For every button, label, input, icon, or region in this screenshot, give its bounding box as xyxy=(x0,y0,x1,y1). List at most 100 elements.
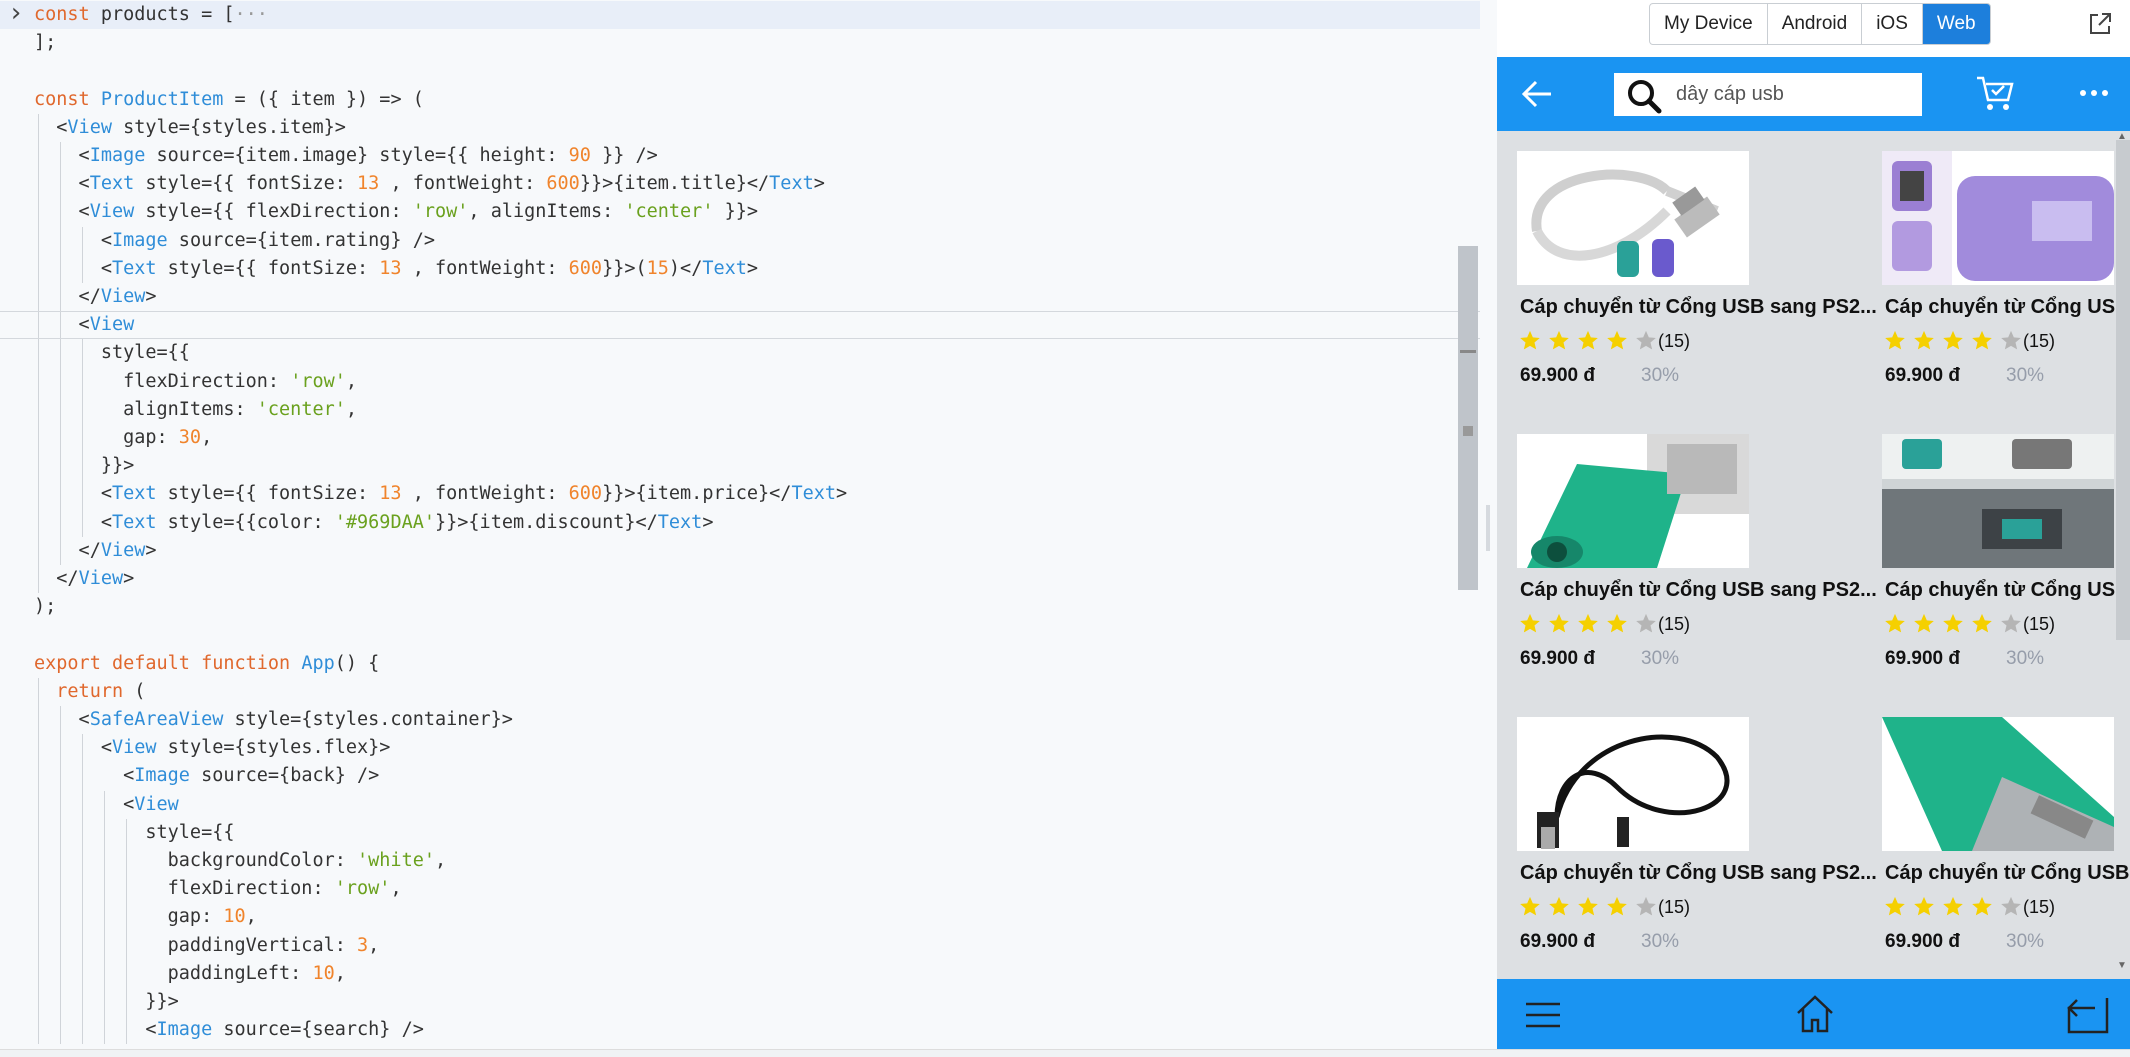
star-icon xyxy=(1943,896,1963,916)
code-token: > xyxy=(813,173,825,195)
code-token: Text xyxy=(111,511,157,533)
code-token: > xyxy=(702,511,714,533)
code-text: const products = [··· xyxy=(34,1,268,29)
rating-count: (15) xyxy=(1658,613,1691,634)
product-title: Cáp chuyển từ Cổng USB sang PS2... xyxy=(1885,862,2130,884)
star-icon xyxy=(1520,896,1540,916)
code-token: < xyxy=(34,201,90,223)
star-icon xyxy=(1578,613,1598,633)
code-text: <View style={styles.item}> xyxy=(34,114,346,142)
code-token: < xyxy=(34,229,112,251)
product-price: 69.900 đ xyxy=(1520,648,1595,669)
app-header: dây cáp usb xyxy=(1497,57,2130,131)
connector-photo-icon xyxy=(1882,434,2114,568)
search-input[interactable]: dây cáp usb xyxy=(1676,73,1784,116)
code-token: Text xyxy=(702,257,747,279)
tab-my-device[interactable]: My Device xyxy=(1650,4,1768,44)
product-grid: Cáp chuyển từ Cổng USB sang PS2... (15) 69… xyxy=(1497,131,2130,979)
rating-count: (15) xyxy=(2023,613,2056,634)
code-token: View xyxy=(134,793,179,815)
product-card[interactable]: Cáp chuyển từ Cổng USB sang PS2... (15) 69… xyxy=(1497,697,1877,967)
tab-web[interactable]: Web xyxy=(1922,4,1990,44)
open-external-icon[interactable] xyxy=(2087,11,2113,37)
code-token: 10 xyxy=(312,962,335,984)
code-token: default xyxy=(111,652,190,674)
product-card[interactable]: Cáp chuyển từ Cổng USB sang PS2... (15) 69… xyxy=(1497,414,1877,684)
code-token: < xyxy=(34,483,112,505)
code-token: > xyxy=(145,539,157,561)
code-token: source={item.image} style={{ height: xyxy=(145,145,569,166)
code-token: 600 xyxy=(568,257,603,279)
preview-panel: My Device Android iOS Web dây cáp usb Cá… xyxy=(1497,0,2130,1049)
code-token: }}>{item.title}</ xyxy=(579,173,770,195)
code-token: 13 xyxy=(379,257,402,279)
code-token: }}> xyxy=(34,991,179,1012)
menu-icon[interactable] xyxy=(1525,1001,1561,1029)
code-token: style={styles.container}> xyxy=(223,709,513,730)
code-text: return ( xyxy=(34,678,145,706)
product-card[interactable]: Cáp chuyển từ Cổng USB sang PS2... (15) 69… xyxy=(1862,131,2130,401)
star-icon xyxy=(2001,613,2021,633)
code-token: , xyxy=(345,370,358,392)
code-token: > xyxy=(145,286,157,307)
code-token: style={styles.item}> xyxy=(111,116,346,138)
editor-scrollbar[interactable] xyxy=(1458,246,1478,590)
product-discount: 30% xyxy=(2006,365,2045,386)
star-rating: (15) xyxy=(1519,329,1690,353)
code-token: Text xyxy=(791,483,836,505)
preview-scrollbar[interactable] xyxy=(2116,140,2130,640)
product-card[interactable]: Cáp chuyển từ Cổng USB sang PS2... (15) 69… xyxy=(1862,697,2130,967)
code-text: gap: 10, xyxy=(34,903,257,931)
fold-chevron-icon[interactable]: › xyxy=(8,0,24,27)
code-token: < xyxy=(34,257,112,279)
code-token: > xyxy=(123,568,135,589)
code-token: gap: xyxy=(34,427,179,448)
code-token: ··· xyxy=(234,4,268,25)
scroll-up-arrow-icon[interactable]: ▲ xyxy=(2117,131,2127,142)
code-token: < xyxy=(34,793,135,815)
return-icon[interactable] xyxy=(2067,994,2109,1034)
cart-icon[interactable] xyxy=(1975,75,2015,113)
code-token: }}> xyxy=(713,201,759,223)
star-icon xyxy=(1520,613,1540,633)
code-token: < xyxy=(34,116,68,138)
code-token: () { xyxy=(334,652,380,674)
tab-ios[interactable]: iOS xyxy=(1862,4,1923,44)
more-options-icon[interactable] xyxy=(2079,85,2109,101)
code-text: paddingLeft: 10, xyxy=(34,960,346,988)
code-line[interactable]: <View xyxy=(0,311,1480,340)
product-card[interactable]: Cáp chuyển từ Cổng USB sang PS2... (15) 69… xyxy=(1497,131,1877,401)
code-token: > xyxy=(746,257,759,279)
code-token: 'center' xyxy=(256,398,346,420)
code-editor[interactable]: › const products = [···]; const ProductIte… xyxy=(0,0,1497,1049)
star-icon xyxy=(1607,896,1627,916)
code-token: 15 xyxy=(646,257,669,279)
star-icon xyxy=(1943,613,1963,633)
split-resize-handle[interactable] xyxy=(1486,505,1490,551)
code-token: paddingVertical: xyxy=(34,934,358,956)
home-icon[interactable] xyxy=(1795,994,1835,1034)
arrow-left-icon[interactable] xyxy=(1521,79,1553,109)
search-bar[interactable]: dây cáp usb xyxy=(1614,73,1922,116)
star-icon xyxy=(1578,896,1598,916)
code-line[interactable]: › const products = [··· xyxy=(0,0,1480,29)
star-icon xyxy=(2001,896,2021,916)
rating-count: (15) xyxy=(1658,896,1691,917)
product-card[interactable]: Cáp chuyển từ Cổng USB sang PS2... (15) 69… xyxy=(1862,414,2130,684)
code-token: Image xyxy=(89,145,146,166)
scroll-down-arrow-icon[interactable]: ▼ xyxy=(2117,960,2127,971)
code-token: '#969DAA' xyxy=(334,511,435,533)
code-token: < xyxy=(34,314,90,336)
code-text: backgroundColor: 'white', xyxy=(34,847,446,875)
product-price: 69.900 đ xyxy=(1520,931,1595,952)
code-token: flexDirection: xyxy=(34,878,335,900)
star-icon xyxy=(1607,330,1627,350)
scrollbar-cursor-marker xyxy=(1460,350,1476,353)
tab-android[interactable]: Android xyxy=(1768,4,1863,44)
rating-count: (15) xyxy=(1658,330,1691,351)
black-usb-cable-icon xyxy=(1517,717,1749,851)
star-icon xyxy=(1972,613,1992,633)
